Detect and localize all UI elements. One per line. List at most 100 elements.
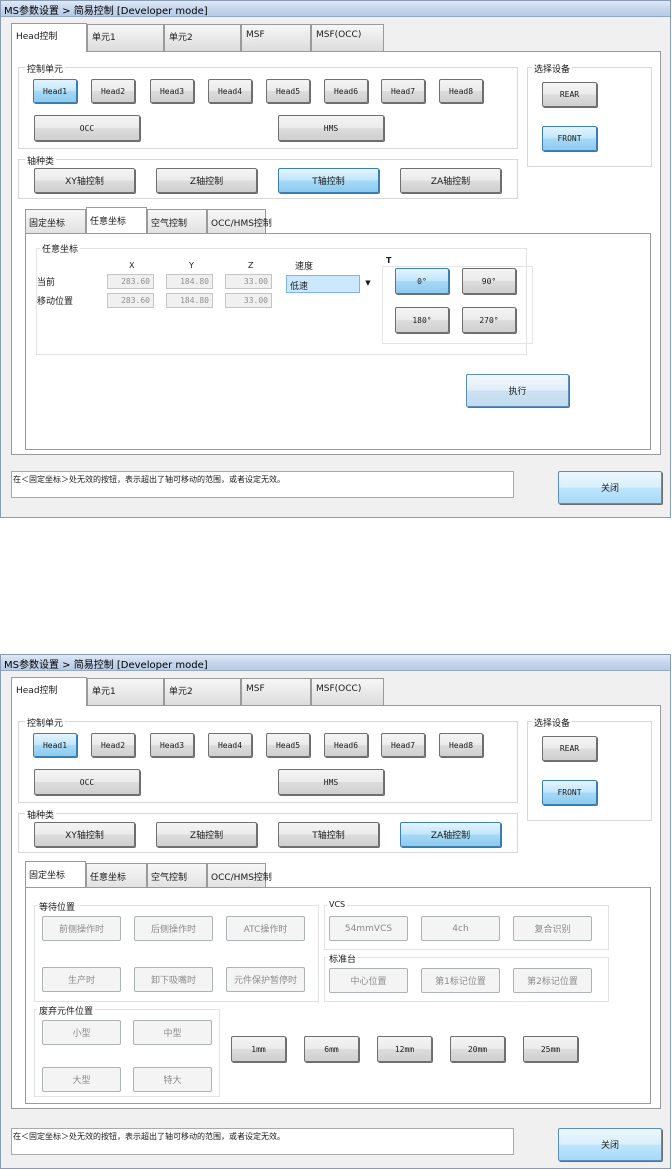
subtab-arbitrary-coords[interactable]: 任意坐标 — [86, 207, 147, 233]
z-axis-button[interactable]: Z轴控制 — [156, 168, 257, 193]
control-unit-title: 控制单元 — [25, 716, 66, 729]
za-axis-button[interactable]: ZA轴控制 — [400, 168, 501, 193]
tab-msf-occ[interactable]: MSF(OCC) — [311, 678, 384, 705]
head8-button[interactable]: Head8 — [439, 733, 483, 757]
head1-button[interactable]: Head1 — [33, 733, 77, 757]
step-20mm-button[interactable]: 20mm — [450, 1036, 505, 1062]
discard-group: 废弃元件位置 小型 中型 大型 特大 — [34, 1004, 220, 1097]
front-op-button[interactable]: 前侧操作时 — [42, 916, 121, 941]
subtab-occ-hms[interactable]: OCC/HMS控制 — [207, 209, 272, 233]
subtab-fixed-coords[interactable]: 固定坐标 — [25, 209, 86, 233]
execute-button[interactable]: 执行 — [466, 374, 569, 407]
head3-button[interactable]: Head3 — [150, 79, 194, 103]
tab-msf-occ[interactable]: MSF(OCC) — [311, 24, 384, 51]
title-bar: MS参数设置 > 简易控制 [Developer mode] — [1, 655, 670, 671]
xy-axis-button[interactable]: XY轴控制 — [34, 822, 135, 847]
chevron-down-icon[interactable]: ▼ — [362, 275, 374, 293]
control-unit-title: 控制单元 — [25, 62, 66, 75]
tab-unit2[interactable]: 单元2 — [164, 24, 241, 51]
mark2-position-button[interactable]: 第2标记位置 — [513, 968, 592, 993]
tab-unit2[interactable]: 单元2 — [164, 678, 241, 705]
tab-head-control[interactable]: Head控制 — [11, 23, 87, 52]
front-button[interactable]: FRONT — [542, 780, 597, 805]
t-270-button[interactable]: 270° — [462, 307, 516, 333]
center-position-button[interactable]: 中心位置 — [329, 968, 408, 993]
discard-medium-button[interactable]: 中型 — [133, 1020, 212, 1045]
head6-button[interactable]: Head6 — [324, 79, 368, 103]
tab-unit1[interactable]: 单元1 — [87, 24, 164, 51]
head-control-panel: 控制单元 Head1 Head2 Head3 Head4 Head5 Head6… — [11, 705, 661, 1109]
atc-op-button[interactable]: ATC操作时 — [226, 916, 305, 941]
occ-button[interactable]: OCC — [34, 115, 140, 141]
discard-xlarge-button[interactable]: 特大 — [133, 1067, 212, 1092]
t-180-button[interactable]: 180° — [395, 307, 449, 333]
head5-button[interactable]: Head5 — [266, 733, 310, 757]
status-message: 在＜固定坐标＞处无效的按钮，表示超出了轴可移动的范围，或者设定无效。 — [11, 471, 514, 498]
t-0-button[interactable]: 0° — [395, 268, 449, 294]
composite-recog-button[interactable]: 复合识别 — [513, 916, 592, 941]
discard-large-button[interactable]: 大型 — [42, 1067, 121, 1092]
move-y-field[interactable]: 184.80 — [166, 293, 213, 308]
hms-button[interactable]: HMS — [278, 115, 384, 141]
hms-button[interactable]: HMS — [278, 769, 384, 795]
vcs-4ch-button[interactable]: 4ch — [421, 916, 500, 941]
head6-button[interactable]: Head6 — [324, 733, 368, 757]
za-axis-button[interactable]: ZA轴控制 — [400, 822, 501, 847]
t-90-button[interactable]: 90° — [462, 268, 516, 294]
rear-op-button[interactable]: 后侧操作时 — [134, 916, 213, 941]
rear-button[interactable]: REAR — [542, 82, 597, 107]
xy-axis-button[interactable]: XY轴控制 — [34, 168, 135, 193]
select-device-group: 选择设备 REAR FRONT — [527, 716, 652, 821]
occ-button[interactable]: OCC — [34, 769, 140, 795]
component-protect-button[interactable]: 元件保护暂停时 — [226, 967, 305, 992]
step-25mm-button[interactable]: 25mm — [523, 1036, 578, 1062]
tab-msf[interactable]: MSF — [241, 678, 311, 705]
discard-small-button[interactable]: 小型 — [42, 1020, 121, 1045]
step-6mm-button[interactable]: 6mm — [304, 1036, 359, 1062]
dialog-window-arbitrary: MS参数设置 > 简易控制 [Developer mode] Head控制 单元… — [0, 0, 671, 518]
subtab-occ-hms[interactable]: OCC/HMS控制 — [207, 863, 272, 887]
mark1-position-button[interactable]: 第1标记位置 — [421, 968, 500, 993]
subtab-air-control[interactable]: 空气控制 — [147, 863, 207, 887]
move-z-field[interactable]: 33.00 — [225, 293, 272, 308]
window-title: MS参数设置 > 简易控制 [Developer mode] — [4, 660, 208, 671]
arbitrary-coords-panel: 任意坐标 X Y Z 速度 T 当前 移动位置 283.60 184.80 33… — [25, 233, 651, 450]
move-row-label: 移动位置 — [37, 297, 74, 307]
vcs-54mm-button[interactable]: 54mmVCS — [329, 916, 408, 941]
speed-label: 速度 — [295, 262, 314, 272]
subtab-arbitrary-coords[interactable]: 任意坐标 — [86, 863, 147, 887]
z-axis-button[interactable]: Z轴控制 — [156, 822, 257, 847]
head8-button[interactable]: Head8 — [439, 79, 483, 103]
head7-button[interactable]: Head7 — [381, 733, 425, 757]
head3-button[interactable]: Head3 — [150, 733, 194, 757]
production-button[interactable]: 生产时 — [42, 967, 121, 992]
current-x-field: 283.60 — [107, 274, 154, 289]
close-button[interactable]: 关闭 — [558, 1128, 662, 1161]
subtab-air-control[interactable]: 空气控制 — [147, 209, 207, 233]
head4-button[interactable]: Head4 — [208, 79, 252, 103]
remove-nozzle-button[interactable]: 卸下吸嘴时 — [134, 967, 213, 992]
t-axis-button[interactable]: T轴控制 — [278, 822, 379, 847]
tab-msf[interactable]: MSF — [241, 24, 311, 51]
close-button[interactable]: 关闭 — [558, 471, 662, 504]
speed-select[interactable]: 低速 — [286, 275, 360, 293]
step-12mm-button[interactable]: 12mm — [377, 1036, 432, 1062]
rear-button[interactable]: REAR — [542, 736, 597, 761]
control-unit-group: 控制单元 Head1 Head2 Head3 Head4 Head5 Head6… — [18, 716, 518, 803]
step-1mm-button[interactable]: 1mm — [231, 1036, 286, 1062]
t-axis-button[interactable]: T轴控制 — [278, 168, 379, 193]
head7-button[interactable]: Head7 — [381, 79, 425, 103]
head2-button[interactable]: Head2 — [91, 733, 135, 757]
tab-unit1[interactable]: 单元1 — [87, 678, 164, 705]
head2-button[interactable]: Head2 — [91, 79, 135, 103]
subtab-fixed-coords[interactable]: 固定坐标 — [25, 861, 86, 887]
head5-button[interactable]: Head5 — [266, 79, 310, 103]
current-row-label: 当前 — [37, 278, 56, 288]
tab-head-control[interactable]: Head控制 — [11, 677, 87, 706]
move-x-field[interactable]: 283.60 — [107, 293, 154, 308]
head-control-panel: 控制单元 Head1 Head2 Head3 Head4 Head5 Head6… — [11, 51, 661, 455]
front-button[interactable]: FRONT — [542, 126, 597, 151]
head4-button[interactable]: Head4 — [208, 733, 252, 757]
head1-button[interactable]: Head1 — [33, 79, 77, 103]
axis-class-title: 轴种类 — [25, 154, 57, 167]
